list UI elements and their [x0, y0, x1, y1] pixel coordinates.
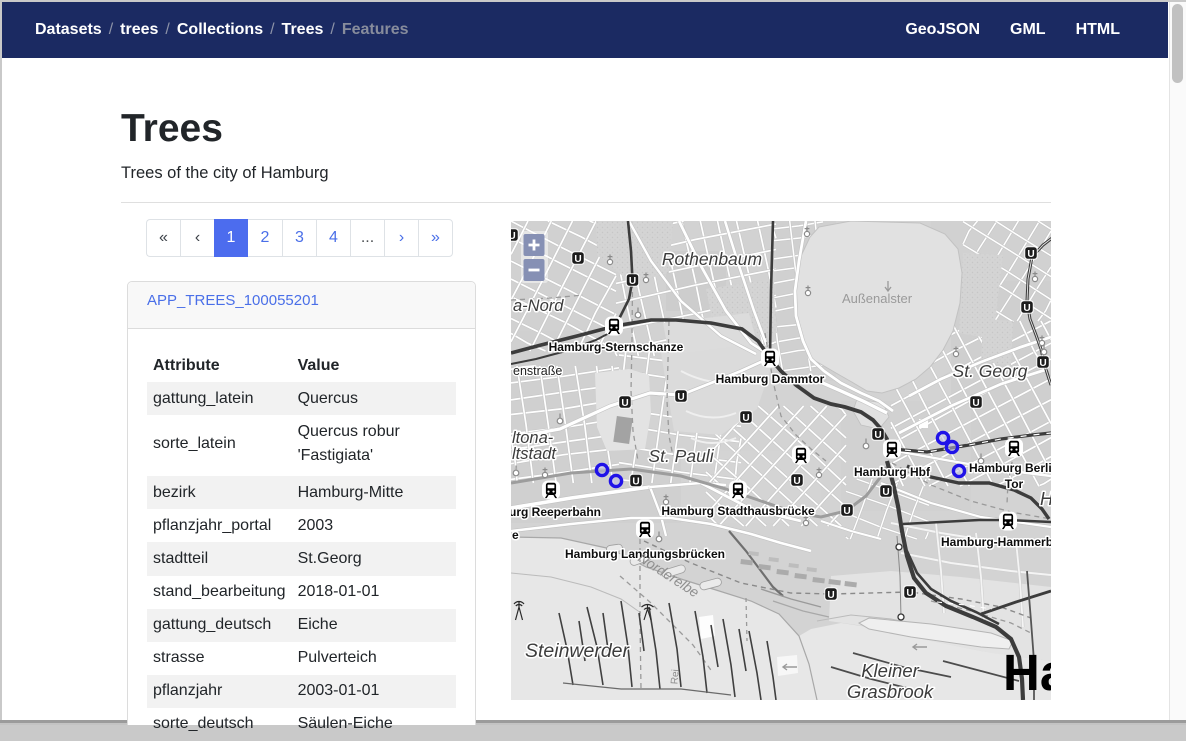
svg-text:U: U — [882, 487, 889, 498]
svg-text:U: U — [972, 398, 979, 409]
svg-text:Ha: Ha — [1003, 644, 1051, 700]
svg-text:a-Nord: a-Nord — [513, 297, 564, 315]
svg-text:e: e — [512, 528, 519, 542]
svg-text:Tor: Tor — [1005, 477, 1024, 491]
svg-text:U: U — [843, 506, 850, 517]
svg-text:St. Pauli: St. Pauli — [648, 446, 714, 466]
svg-text:Hamburg-Hammerb: Hamburg-Hammerb — [941, 535, 1051, 549]
svg-text:U: U — [632, 476, 639, 487]
svg-text:mburg Reeperbahn: mburg Reeperbahn — [511, 505, 601, 519]
svg-text:U: U — [629, 276, 636, 287]
svg-text:U: U — [793, 476, 800, 487]
svg-text:Ha: Ha — [1040, 489, 1051, 509]
svg-text:Steinwerder: Steinwerder — [525, 640, 631, 662]
svg-text:Hamburg Stadthausbrücke: Hamburg Stadthausbrücke — [661, 504, 815, 518]
svg-text:Hamburg-Sternschanze: Hamburg-Sternschanze — [549, 340, 684, 354]
svg-text:Hamburg Berlin: Hamburg Berlin — [969, 461, 1051, 475]
svg-text:U: U — [742, 413, 749, 424]
svg-text:St. Georg: St. Georg — [953, 361, 1028, 381]
svg-text:U: U — [621, 398, 628, 409]
svg-text:Hamburg Dammtor: Hamburg Dammtor — [716, 372, 825, 386]
svg-text:Rothenbaum: Rothenbaum — [662, 249, 762, 269]
svg-text:U: U — [827, 590, 834, 601]
svg-text:U: U — [874, 430, 881, 441]
svg-text:Kleiner: Kleiner — [861, 660, 919, 681]
svg-text:Außenalster: Außenalster — [842, 291, 913, 306]
svg-text:U: U — [574, 254, 581, 265]
svg-text:Rei: Rei — [669, 669, 681, 685]
svg-text:U: U — [906, 588, 913, 599]
svg-text:U: U — [511, 231, 516, 242]
svg-text:U: U — [677, 392, 684, 403]
svg-text:enstraße: enstraße — [513, 364, 562, 378]
svg-text:ltstadt: ltstadt — [512, 445, 557, 463]
svg-text:U: U — [1023, 303, 1030, 314]
svg-text:Grasbrook: Grasbrook — [847, 681, 935, 700]
svg-text:U: U — [1039, 358, 1046, 369]
svg-text:Hamburg Hbf: Hamburg Hbf — [854, 465, 931, 479]
svg-text:U: U — [1027, 249, 1034, 260]
